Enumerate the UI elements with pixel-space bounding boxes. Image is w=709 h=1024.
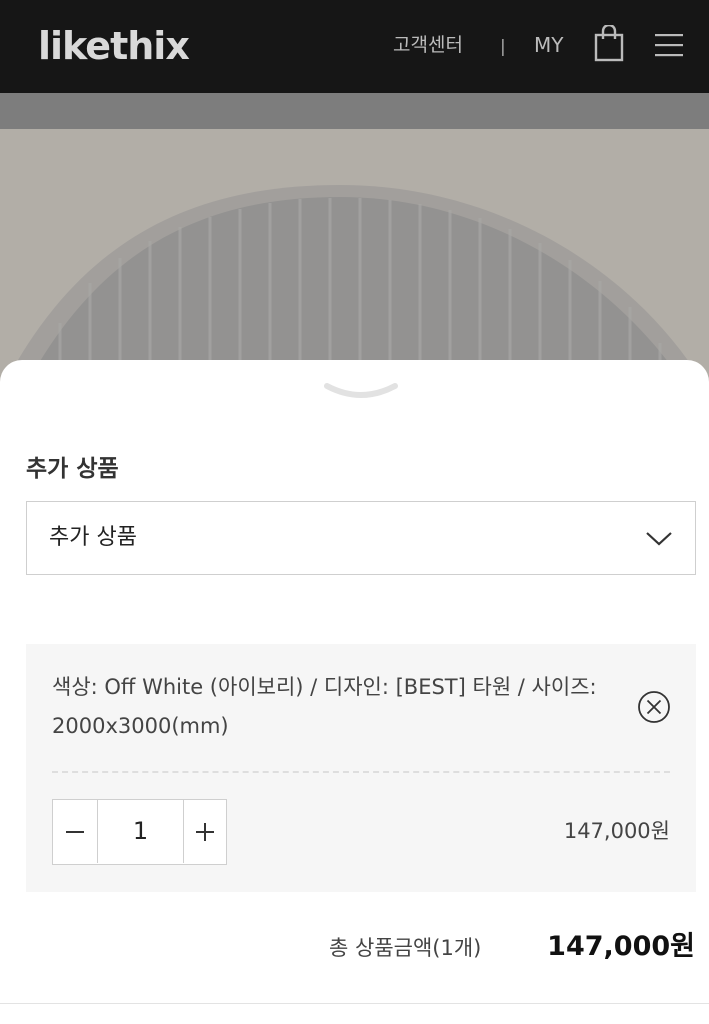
hamburger-menu-icon[interactable] <box>652 30 686 60</box>
increase-quantity-button[interactable] <box>184 800 226 863</box>
addon-product-select[interactable]: 추가 상품 <box>26 501 696 575</box>
nav-my-link[interactable]: MY <box>534 31 563 59</box>
site-header: likethix 고객센터 | MY <box>0 0 709 93</box>
chevron-down-icon <box>645 528 673 548</box>
selected-option-card: 색상: Off White (아이보리) / 디자인: [BEST] 타원 / … <box>26 644 696 892</box>
chevron-down-icon[interactable] <box>322 380 400 406</box>
total-amount-price: 147,000원 <box>547 931 695 962</box>
addon-section-title: 추가 상품 <box>26 456 119 482</box>
plus-icon <box>196 822 214 841</box>
logo[interactable]: likethix <box>38 22 190 70</box>
quantity-input[interactable]: 1 <box>97 800 184 863</box>
shopping-bag-icon[interactable] <box>592 23 626 63</box>
bottom-divider <box>0 1003 709 1004</box>
nav-customer-center-link[interactable]: 고객센터 <box>393 31 463 59</box>
total-amount-label: 총 상품금액(1개) <box>329 936 482 960</box>
option-price: 147,000원 <box>563 819 670 843</box>
option-bottom-sheet: 추가 상품 추가 상품 색상: Off White (아이보리) / 디자인: … <box>0 360 709 1024</box>
option-description: 색상: Off White (아이보리) / 디자인: [BEST] 타원 / … <box>52 675 597 738</box>
quantity-stepper: 1 <box>52 799 227 865</box>
option-divider <box>52 771 670 773</box>
nav-separator: | <box>500 37 506 57</box>
addon-select-value: 추가 상품 <box>49 525 137 550</box>
decrease-quantity-button[interactable] <box>53 800 97 863</box>
minus-icon <box>66 830 84 833</box>
close-circle-icon[interactable] <box>637 690 671 724</box>
